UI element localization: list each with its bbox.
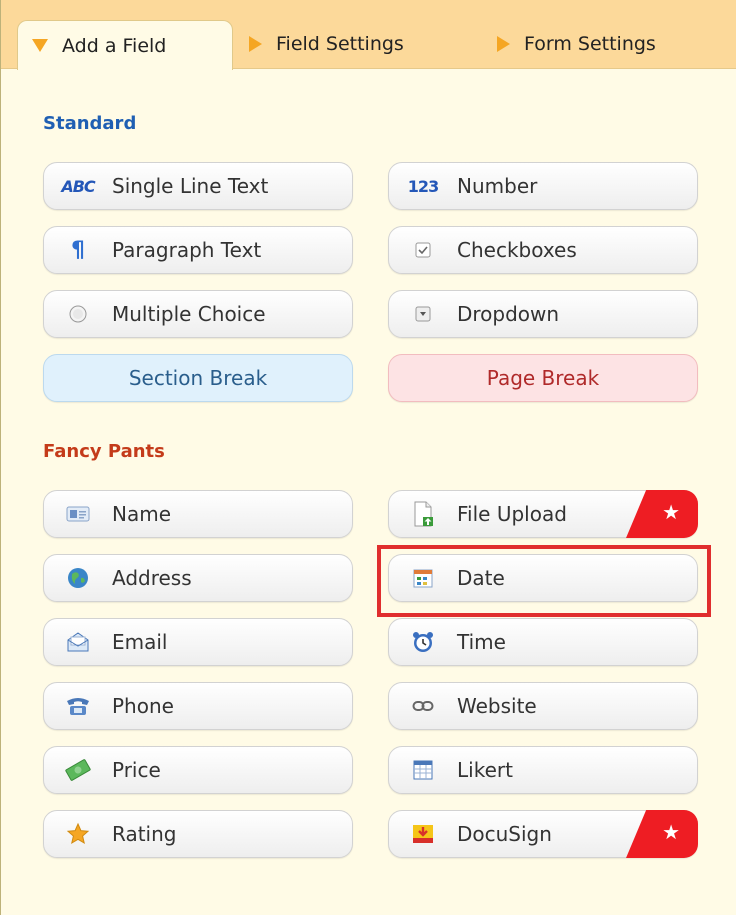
name-button[interactable]: Name <box>43 490 353 538</box>
phone-button[interactable]: Phone <box>43 682 353 730</box>
button-label: File Upload <box>457 502 567 526</box>
number-button[interactable]: 123 Number <box>388 162 698 210</box>
section-title-fancy-pants: Fancy Pants <box>43 441 165 462</box>
file-upload-button[interactable]: File Upload ★ <box>388 490 698 538</box>
button-label: Paragraph Text <box>112 238 262 262</box>
page-break-button[interactable]: Page Break <box>388 354 698 402</box>
button-label: Single Line Text <box>112 174 269 198</box>
button-label: Address <box>112 566 192 590</box>
button-label: Time <box>457 630 506 654</box>
button-label: Dropdown <box>457 302 560 326</box>
address-button[interactable]: Address <box>43 554 353 602</box>
star-icon: ★ <box>662 500 680 524</box>
rating-button[interactable]: Rating <box>43 810 353 858</box>
file-upload-icon <box>405 500 441 528</box>
star-icon <box>60 820 96 848</box>
button-label: Price <box>112 758 161 782</box>
single-line-text-button[interactable]: ABC Single Line Text <box>43 162 353 210</box>
time-button[interactable]: Time <box>388 618 698 666</box>
section-title-standard: Standard <box>43 113 137 134</box>
id-card-icon <box>60 500 96 528</box>
download-icon <box>405 820 441 848</box>
button-label: Multiple Choice <box>112 302 266 326</box>
date-highlight-box <box>377 545 711 617</box>
number-icon: 123 <box>405 172 441 200</box>
checkboxes-button[interactable]: Checkboxes <box>388 226 698 274</box>
button-label: Section Break <box>128 366 268 390</box>
button-label: Website <box>457 694 537 718</box>
abc-icon-text: ABC <box>61 176 95 196</box>
dropdown-button[interactable]: Dropdown <box>388 290 698 338</box>
tab-form-settings[interactable]: Form Settings <box>497 20 656 68</box>
triangle-right-icon <box>249 36 262 52</box>
number-icon-text: 123 <box>407 176 439 196</box>
link-icon <box>405 692 441 720</box>
button-label: DocuSign <box>457 822 552 846</box>
pilcrow-icon: ¶ <box>71 237 85 263</box>
likert-button[interactable]: Likert <box>388 746 698 794</box>
table-grid-icon <box>405 756 441 784</box>
checkbox-icon <box>405 236 441 264</box>
button-label: Name <box>112 502 172 526</box>
globe-icon <box>60 564 96 592</box>
button-label: Page Break <box>486 366 600 390</box>
tab-label: Field Settings <box>276 33 404 55</box>
website-button[interactable]: Website <box>388 682 698 730</box>
radio-icon <box>60 300 96 328</box>
tab-bar: Add a Field Field Settings Form Settings <box>1 0 736 70</box>
button-label: Phone <box>112 694 174 718</box>
money-icon <box>60 756 96 784</box>
tab-add-a-field[interactable]: Add a Field <box>17 20 233 70</box>
tab-field-settings[interactable]: Field Settings <box>249 20 404 68</box>
button-label: Email <box>112 630 168 654</box>
premium-star-badge: ★ <box>626 490 698 538</box>
button-label: Checkboxes <box>457 238 577 262</box>
phone-icon <box>60 692 96 720</box>
star-icon: ★ <box>662 820 680 844</box>
docusign-button[interactable]: DocuSign ★ <box>388 810 698 858</box>
price-button[interactable]: Price <box>43 746 353 794</box>
alarm-clock-icon <box>405 628 441 656</box>
button-label: Number <box>457 174 538 198</box>
dropdown-icon <box>405 300 441 328</box>
section-break-button[interactable]: Section Break <box>43 354 353 402</box>
tab-label: Add a Field <box>62 34 167 57</box>
tab-label: Form Settings <box>524 33 656 55</box>
multiple-choice-button[interactable]: Multiple Choice <box>43 290 353 338</box>
paragraph-text-button[interactable]: ¶ Paragraph Text <box>43 226 353 274</box>
premium-star-badge: ★ <box>626 810 698 858</box>
button-label: Likert <box>457 758 513 782</box>
abc-icon: ABC <box>60 172 96 200</box>
form-builder-panel: Add a Field Field Settings Form Settings… <box>0 0 736 915</box>
triangle-right-icon <box>497 36 510 52</box>
button-label: Rating <box>112 822 177 846</box>
triangle-down-icon <box>32 39 48 52</box>
email-button[interactable]: Email <box>43 618 353 666</box>
envelope-icon <box>60 628 96 656</box>
